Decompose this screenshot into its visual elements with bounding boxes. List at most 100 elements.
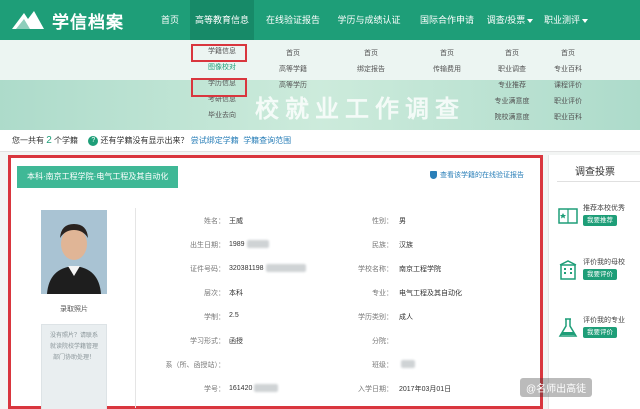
field-label-class: 班级： — [372, 362, 393, 369]
field-label-category: 学历类别： — [358, 314, 393, 321]
field-value-level: 本科 — [229, 290, 243, 297]
field-value-name: 王威 — [229, 218, 243, 225]
field-label-level: 层次： — [204, 290, 225, 297]
menu-item[interactable]: 职业调查 — [486, 62, 538, 78]
menu-item[interactable]: 首页 — [420, 46, 474, 62]
field-value-class — [399, 360, 415, 368]
divider — [135, 208, 136, 408]
divider — [557, 181, 640, 182]
building-icon — [559, 260, 577, 280]
menu-item[interactable]: 传输费用 — [420, 62, 474, 78]
menu-item[interactable]: 高等学历 — [268, 78, 318, 94]
query-scope-link[interactable]: 学籍查询范围 — [243, 136, 291, 145]
field-label-dept: 系（所、函授站）： — [165, 362, 226, 369]
field-value-ethnic: 汉族 — [399, 242, 413, 249]
field-value-major: 电气工程及其自动化 — [399, 290, 462, 297]
sidebar-item-text: 评价我的专业 — [583, 317, 625, 324]
rate-major-button[interactable]: 我要评价 — [583, 327, 617, 338]
field-value-category: 成人 — [399, 314, 413, 321]
nav-home[interactable]: 首页 — [150, 0, 190, 40]
field-value-form: 函授 — [229, 338, 243, 345]
person-portrait-icon — [41, 210, 107, 294]
sidebar-title: 调查投票 — [575, 167, 615, 178]
field-label-enroll: 入学日期： — [358, 386, 393, 393]
menu-item[interactable]: 首页 — [346, 46, 396, 62]
watermark: @名师出高徒 — [520, 378, 593, 397]
field-value-gender: 男 — [399, 218, 406, 225]
record-title: 本科·南京工程学院·电气工程及其自动化 — [17, 166, 179, 188]
menu-item[interactable]: 专业推荐 — [486, 78, 538, 94]
field-value-enroll: 2017年03月01日 — [399, 386, 452, 393]
menu-item[interactable]: 高等学籍 — [268, 62, 318, 78]
menu-item[interactable]: 职业百科 — [540, 110, 596, 126]
field-label-ethnic: 民族： — [372, 242, 393, 249]
shield-icon — [430, 171, 437, 180]
menu-item[interactable]: 首页 — [268, 46, 318, 62]
chevron-down-icon — [582, 18, 588, 23]
highlight-box-degree — [191, 78, 247, 97]
account-summary-bar: 您一共有 2 个学籍 ? 还有学籍没有显示出来？ 尝试绑定学籍 学籍查询范围 — [0, 130, 640, 152]
highlight-box-enrollment — [191, 44, 247, 62]
summary-suffix: 个学籍 — [54, 136, 79, 145]
question-icon: ? — [88, 135, 99, 146]
menu-item[interactable]: 绑定报告 — [346, 62, 396, 78]
top-navbar: 学信档案 首页 高等教育信息 在线验证报告 学历与成绩认证 国际合作申请 调查/… — [0, 0, 640, 40]
dropdown-col-career: 首页 专业百科 课程评价 职业评价 职业百科 — [540, 46, 596, 126]
verify-link-text: 查看该学籍的在线验证报告 — [440, 172, 524, 179]
field-value-id: 320381198 — [229, 264, 306, 272]
dropdown-col-certification: 首页 绑定报告 — [346, 46, 396, 78]
no-photo-notice: 没有照片？请联系就读院校学籍管理部门协助处理！ — [41, 324, 107, 409]
rate-school-button[interactable]: 我要评价 — [583, 269, 617, 280]
nav-online-verification[interactable]: 在线验证报告 — [258, 0, 328, 40]
enrollment-photo — [41, 210, 107, 294]
nav-survey[interactable]: 调查/投票 — [484, 0, 536, 40]
bind-record-link[interactable]: 尝试绑定学籍 — [191, 136, 239, 145]
chevron-down-icon — [527, 18, 534, 23]
sidebar-item-text: 推荐本校优秀 — [583, 205, 625, 212]
recommend-button[interactable]: 我要推荐 — [583, 215, 617, 226]
logo-icon — [12, 10, 44, 29]
book-star-icon — [558, 208, 578, 224]
menu-item[interactable]: 课程评价 — [540, 78, 596, 94]
menu-item[interactable]: 专业百科 — [540, 62, 596, 78]
field-value-birth: 1989 — [229, 240, 269, 248]
dropdown-col-survey: 首页 职业调查 专业推荐 专业满意度 院校满意度 — [486, 46, 538, 126]
sidebar-item-rate-school: 评价我的母校 我要评价 — [557, 255, 640, 295]
photo-caption: 录取照片 — [60, 306, 88, 313]
nav-higher-education[interactable]: 高等教育信息 — [190, 0, 254, 40]
menu-item[interactable]: 首页 — [540, 46, 596, 62]
field-label-sid: 学号： — [204, 386, 225, 393]
field-value-sid: 161420 — [229, 384, 279, 392]
menu-item-destination[interactable]: 毕业去向 — [192, 108, 252, 124]
student-record-card: 本科·南京工程学院·电气工程及其自动化 查看该学籍的在线验证报告 录取照片 没有… — [8, 155, 543, 409]
sidebar-item-rate-major: 评价我的专业 我要评价 — [557, 313, 640, 353]
menu-item-photo-check[interactable]: 图像校对 — [192, 60, 252, 76]
brand-logo[interactable]: 学信档案 — [10, 8, 124, 33]
field-label-school: 学校名称： — [358, 266, 393, 273]
menu-item[interactable]: 专业满意度 — [486, 94, 538, 110]
sidebar-item-text: 评价我的母校 — [583, 259, 625, 266]
field-label-birth: 出生日期： — [190, 242, 225, 249]
field-label-id: 证件号码： — [190, 266, 225, 273]
menu-item[interactable]: 院校满意度 — [486, 110, 538, 126]
field-label-name: 姓名： — [204, 218, 225, 225]
nav-international[interactable]: 国际合作申请 — [412, 0, 482, 40]
nav-degree-certification[interactable]: 学历与成绩认证 — [330, 0, 408, 40]
field-label-branch: 分院： — [372, 338, 393, 345]
flask-icon — [558, 318, 578, 337]
sidebar-item-recommend: 推荐本校优秀 我要推荐 — [557, 201, 640, 241]
dropdown-col-international: 首页 传输费用 — [420, 46, 474, 78]
verify-report-link[interactable]: 查看该学籍的在线验证报告 — [430, 170, 524, 180]
menu-item[interactable]: 首页 — [486, 46, 538, 62]
survey-sidebar: 调查投票 推荐本校优秀 我要推荐 评价我的母校 我要评价 评价我的专业 我要评价 — [548, 155, 640, 409]
brand-name: 学信档案 — [52, 13, 124, 32]
dropdown-col-verification: 首页 高等学籍 高等学历 — [268, 46, 318, 94]
menu-item[interactable]: 职业评价 — [540, 94, 596, 110]
field-label-form: 学习形式： — [190, 338, 225, 345]
record-count: 2 — [46, 135, 52, 146]
nav-career-test[interactable]: 职业测评 — [538, 0, 594, 40]
field-label-gender: 性别： — [372, 218, 393, 225]
banner-text: 校就业工作调查 — [255, 96, 465, 123]
field-value-school: 南京工程学院 — [399, 266, 441, 273]
missing-record-question: 还有学籍没有显示出来？ — [100, 136, 189, 145]
